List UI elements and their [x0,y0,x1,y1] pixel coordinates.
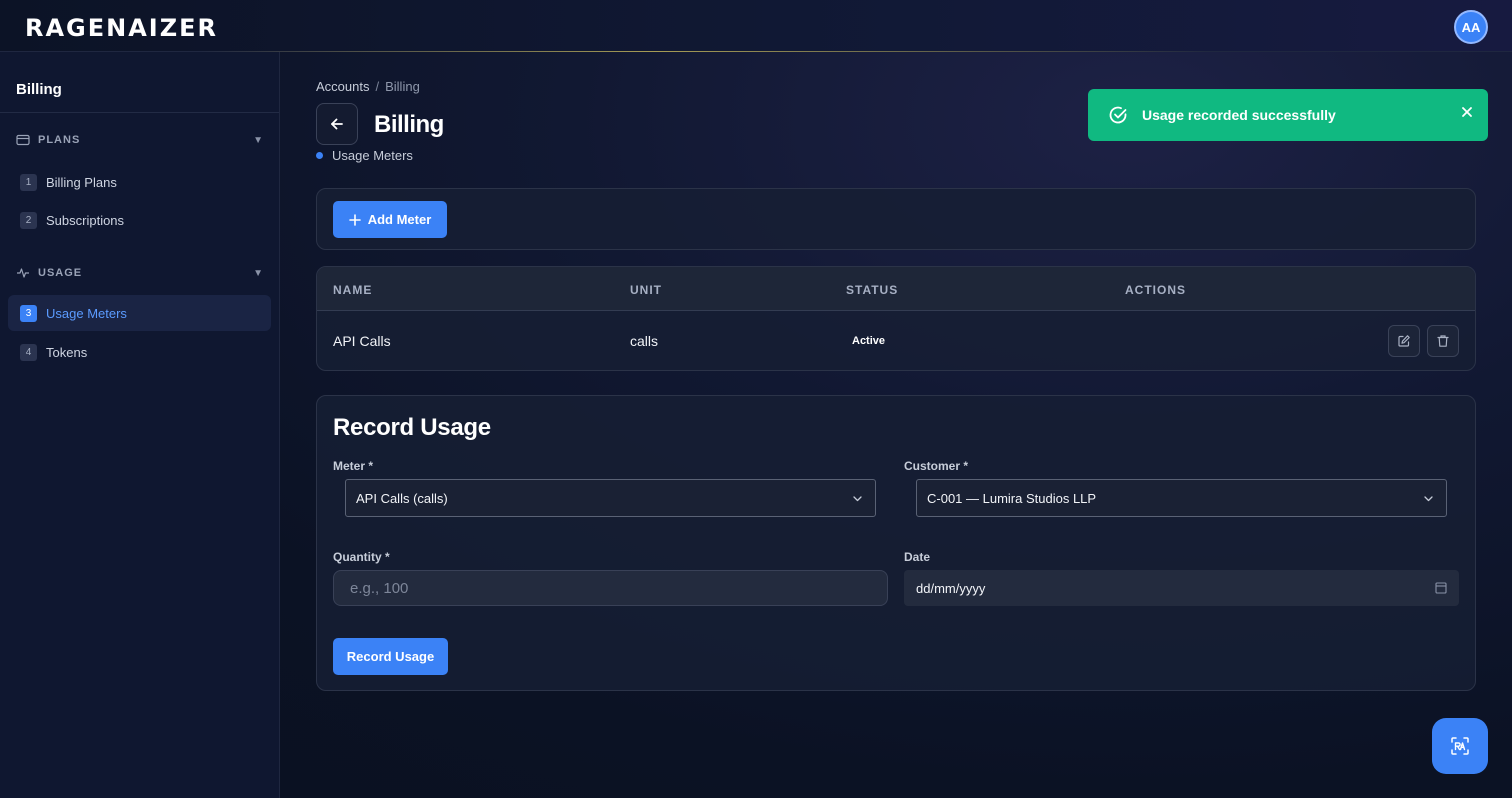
toast-message: Usage recorded successfully [1142,107,1336,123]
subnav: Usage Meters [316,148,413,163]
quantity-input[interactable]: e.g., 100 [333,570,888,606]
sidebar-divider [0,112,279,113]
sidebar-item-label: Billing Plans [46,174,117,190]
meter-select[interactable]: API Calls (calls) [345,479,876,517]
plus-icon [348,213,361,226]
caret-down-icon[interactable]: ▼ [253,268,264,279]
subnav-label: Usage Meters [332,148,413,163]
sidebar-item-subscriptions[interactable]: 2 Subscriptions [8,202,271,238]
quantity-placeholder: e.g., 100 [350,579,409,597]
date-input[interactable]: dd/mm/yyyy [904,570,1459,606]
top-bar: RAGENAIZER AA [0,0,1512,52]
toolbar-card: Add Meter [316,188,1476,250]
form-title: Record Usage [333,414,491,441]
assistant-fab-button[interactable] [1432,718,1488,774]
sidebar-item-label: Usage Meters [46,305,127,321]
top-bar-glow [200,51,1212,52]
credit-card-icon [16,133,30,147]
nav-number-badge: 2 [20,211,37,229]
sidebar-item-usage-meters[interactable]: 3 Usage Meters [8,295,271,331]
calendar-icon[interactable] [1435,581,1447,594]
sidebar-item-billing-plans[interactable]: 1 Billing Plans [8,164,271,200]
sidebar-title: Billing [16,81,62,98]
chevron-down-icon [1423,493,1434,504]
sidebar-section-label: PLANS [38,134,81,146]
edit-icon [1397,334,1411,348]
back-button[interactable] [316,103,358,145]
sidebar: Billing PLANS ▼ 1 Billing Plans 2 Subscr… [0,52,280,798]
active-dot-icon [316,152,323,159]
meters-table: NAME UNIT STATUS ACTIONS API Calls calls… [316,266,1476,371]
customer-select-value: C-001 — Lumira Studios LLP [927,490,1097,506]
edit-button[interactable] [1388,325,1420,357]
column-header-name: NAME [333,283,373,297]
nav-number-badge: 3 [20,304,37,322]
success-toast: Usage recorded successfully [1088,89,1488,141]
record-usage-button-label: Record Usage [346,649,435,664]
sidebar-item-label: Tokens [46,344,88,360]
breadcrumb-item-accounts[interactable]: Accounts [316,79,369,94]
cell-name: API Calls [333,333,391,349]
sidebar-section-label: USAGE [38,267,83,279]
assistant-logo-icon [1447,733,1473,759]
customer-label: Customer * [904,459,969,473]
record-usage-button[interactable]: Record Usage [333,638,448,675]
trash-icon [1436,334,1450,348]
column-header-status: STATUS [846,283,899,297]
column-header-actions: ACTIONS [1125,283,1186,297]
date-label: Date [904,550,931,564]
date-value: dd/mm/yyyy [916,580,986,596]
nav-number-badge: 1 [20,173,37,191]
app-logo[interactable]: RAGENAIZER [25,14,218,42]
meter-label: Meter * [333,459,374,473]
breadcrumb: Accounts / Billing [316,79,420,94]
sidebar-section-plans[interactable]: PLANS ▼ [16,130,264,150]
page-title: Billing [374,111,444,138]
nav-number-badge: 4 [20,343,37,361]
close-icon[interactable] [1460,105,1474,119]
breadcrumb-item-current: Billing [385,79,420,94]
check-circle-icon [1108,105,1128,125]
activity-icon [16,266,30,280]
cell-unit: calls [630,333,659,349]
sidebar-item-tokens[interactable]: 4 Tokens [8,334,271,370]
table-header: NAME UNIT STATUS ACTIONS [317,267,1475,311]
delete-button[interactable] [1427,325,1459,357]
add-meter-label: Add Meter [367,212,432,227]
meter-select-value: API Calls (calls) [356,490,448,506]
sidebar-item-label: Subscriptions [46,212,125,228]
arrow-left-icon [329,116,345,132]
user-avatar[interactable]: AA [1454,10,1488,44]
column-header-unit: UNIT [630,283,662,297]
status-badge: Active [852,335,886,347]
breadcrumb-separator: / [375,79,380,94]
sidebar-section-usage[interactable]: USAGE ▼ [16,263,264,283]
customer-select[interactable]: C-001 — Lumira Studios LLP [916,479,1447,517]
caret-down-icon[interactable]: ▼ [253,135,264,146]
quantity-label: Quantity * [333,550,390,564]
chevron-down-icon [852,493,863,504]
record-usage-form: Record Usage Meter * API Calls (calls) C… [316,395,1476,691]
add-meter-button[interactable]: Add Meter [333,201,447,238]
